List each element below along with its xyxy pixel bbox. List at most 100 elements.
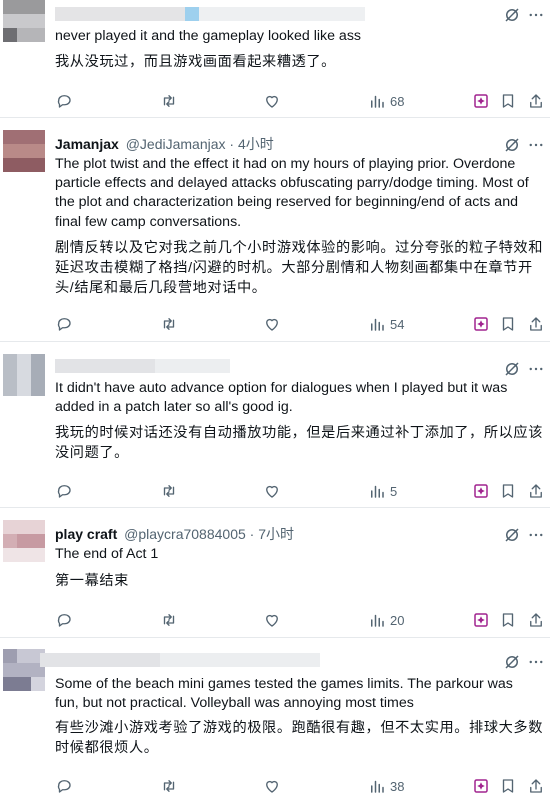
grok-analyze-button[interactable] — [472, 314, 490, 334]
avatar[interactable] — [3, 0, 45, 42]
like-button[interactable] — [263, 91, 281, 111]
retweet-button[interactable] — [160, 91, 178, 111]
more-icon[interactable] — [527, 6, 545, 24]
retweet-button[interactable] — [160, 314, 178, 334]
tweet-time[interactable]: 4小时 — [238, 136, 274, 152]
more-icon[interactable] — [527, 526, 545, 544]
views-count: 68 — [390, 93, 405, 109]
more-icon[interactable] — [527, 136, 545, 154]
grok-icon[interactable] — [503, 6, 521, 24]
views-button[interactable]: 5 — [368, 481, 397, 501]
avatar[interactable] — [3, 520, 45, 562]
like-button[interactable] — [263, 610, 281, 630]
bookmark-icon — [502, 779, 514, 793]
like-icon — [266, 318, 278, 331]
bookmark-icon — [502, 484, 514, 498]
grok-icon[interactable] — [503, 360, 521, 378]
retweet-icon — [163, 318, 175, 330]
tweet-time[interactable]: 7小时 — [258, 526, 294, 542]
tweet-1[interactable]: Jamanjax @JediJamanjax · 4小时 The plot tw… — [0, 118, 550, 342]
like-button[interactable] — [263, 481, 281, 501]
views-button[interactable]: 54 — [368, 314, 404, 334]
views-icon — [371, 485, 384, 498]
bookmark-button[interactable] — [499, 610, 517, 630]
reply-button[interactable] — [55, 481, 73, 501]
retweet-button[interactable] — [160, 481, 178, 501]
separator-dot: · — [249, 526, 255, 542]
reply-button[interactable] — [55, 314, 73, 334]
blurred-handle — [185, 7, 365, 21]
share-button[interactable] — [527, 610, 545, 630]
avatar[interactable] — [3, 354, 45, 396]
author-name[interactable]: play craft — [55, 526, 117, 542]
views-count: 38 — [390, 778, 405, 794]
tweet-3[interactable]: play craft @playcra70884005 · 7小时 The en… — [0, 508, 550, 638]
author-handle[interactable]: @JediJamanjax — [126, 136, 226, 152]
tweet-header — [55, 4, 385, 24]
like-icon — [266, 485, 278, 498]
like-button[interactable] — [263, 314, 281, 334]
share-icon — [530, 779, 542, 793]
grok-icon[interactable] — [503, 653, 521, 671]
blurred-handle — [160, 653, 320, 667]
views-count: 54 — [390, 316, 405, 332]
retweet-icon — [163, 485, 175, 497]
reply-button[interactable] — [55, 610, 73, 630]
share-button[interactable] — [527, 314, 545, 334]
share-button[interactable] — [527, 481, 545, 501]
tweet-text: Some of the beach mini games tested the … — [55, 676, 517, 712]
author-name[interactable]: Jamanjax — [55, 136, 119, 152]
grok-icon — [474, 94, 488, 108]
share-button[interactable] — [527, 776, 545, 796]
like-icon — [266, 95, 278, 108]
reply-button[interactable] — [55, 776, 73, 796]
tweet-header: Jamanjax @JediJamanjax · 4小时 — [55, 134, 274, 154]
retweet-button[interactable] — [160, 776, 178, 796]
views-icon — [371, 95, 384, 108]
bookmark-button[interactable] — [499, 314, 517, 334]
views-count: 20 — [390, 612, 405, 628]
grok-analyze-button[interactable] — [472, 91, 490, 111]
more-icon[interactable] — [527, 653, 545, 671]
bookmark-button[interactable] — [499, 91, 517, 111]
share-icon — [530, 317, 542, 331]
avatar[interactable] — [3, 649, 45, 691]
like-icon — [266, 614, 278, 627]
retweet-icon — [163, 780, 175, 792]
bookmark-button[interactable] — [499, 776, 517, 796]
share-icon — [530, 484, 542, 498]
author-handle[interactable]: @playcra70884005 — [124, 526, 246, 542]
more-icon[interactable] — [527, 360, 545, 378]
avatar[interactable] — [3, 130, 45, 172]
like-button[interactable] — [263, 776, 281, 796]
tweet-2[interactable]: It didn't have auto advance option for d… — [0, 342, 550, 508]
views-icon — [371, 780, 384, 793]
tweet-header — [55, 356, 255, 376]
views-button[interactable]: 20 — [368, 610, 404, 630]
bookmark-icon — [502, 94, 514, 108]
views-button[interactable]: 38 — [368, 776, 404, 796]
share-button[interactable] — [527, 91, 545, 111]
retweet-icon — [163, 614, 175, 626]
grok-icon[interactable] — [503, 526, 521, 544]
views-icon — [371, 318, 384, 331]
grok-analyze-button[interactable] — [472, 610, 490, 630]
tweet-header — [40, 650, 335, 670]
tweet-text: It didn't have auto advance option for d… — [55, 380, 512, 416]
reply-button[interactable] — [55, 91, 73, 111]
views-icon — [371, 614, 384, 627]
blurred-username — [55, 359, 155, 373]
bookmark-button[interactable] — [499, 481, 517, 501]
share-icon — [530, 613, 542, 627]
retweet-button[interactable] — [160, 610, 178, 630]
grok-analyze-button[interactable] — [472, 481, 490, 501]
grok-icon[interactable] — [503, 136, 521, 154]
grok-icon — [474, 779, 488, 793]
bookmark-icon — [502, 317, 514, 331]
tweet-0[interactable]: never played it and the gameplay looked … — [0, 0, 550, 118]
tweet-4[interactable]: Some of the beach mini games tested the … — [0, 638, 550, 808]
grok-analyze-button[interactable] — [472, 776, 490, 796]
tweet-header: play craft @playcra70884005 · 7小时 — [55, 524, 294, 544]
views-button[interactable]: 68 — [368, 91, 404, 111]
grok-icon — [474, 484, 488, 498]
